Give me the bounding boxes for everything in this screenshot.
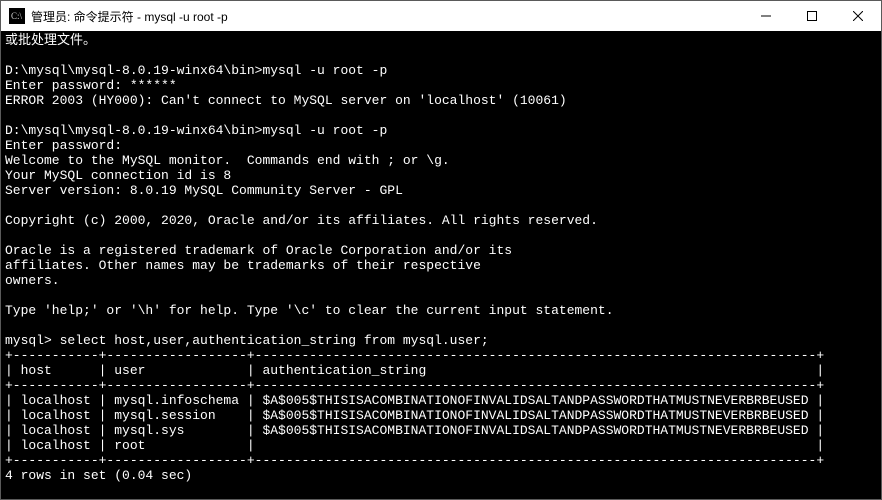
- window-title: 管理员: 命令提示符 - mysql -u root -p: [31, 8, 228, 25]
- svg-text:C:\: C:\: [11, 11, 23, 21]
- terminal-line: Type 'help;' or '\h' for help. Type '\c'…: [5, 303, 877, 318]
- terminal-line: 或批处理文件。: [5, 33, 877, 48]
- terminal-line: Enter password: ******: [5, 78, 877, 93]
- terminal-line: ERROR 2003 (HY000): Can't connect to MyS…: [5, 93, 877, 108]
- terminal-line: D:\mysql\mysql-8.0.19-winx64\bin>mysql -…: [5, 63, 877, 78]
- terminal-line: Copyright (c) 2000, 2020, Oracle and/or …: [5, 213, 877, 228]
- table-row: | localhost | mysql.sys | $A$005$THISISA…: [5, 423, 877, 438]
- table-row: | localhost | mysql.session | $A$005$THI…: [5, 408, 877, 423]
- terminal-line: Your MySQL connection id is 8: [5, 168, 877, 183]
- terminal-output[interactable]: 或批处理文件。 D:\mysql\mysql-8.0.19-winx64\bin…: [1, 31, 881, 499]
- minimize-button[interactable]: [743, 1, 789, 31]
- terminal-line: affiliates. Other names may be trademark…: [5, 258, 877, 273]
- terminal-line: 4 rows in set (0.04 sec): [5, 468, 877, 483]
- close-button[interactable]: [835, 1, 881, 31]
- maximize-button[interactable]: [789, 1, 835, 31]
- table-border: +-----------+------------------+--------…: [5, 348, 877, 363]
- titlebar[interactable]: C:\ 管理员: 命令提示符 - mysql -u root -p: [1, 1, 881, 31]
- terminal-line: mysql>: [5, 498, 877, 499]
- terminal-line: [5, 48, 877, 63]
- terminal-line: [5, 228, 877, 243]
- terminal-line: [5, 483, 877, 498]
- table-border: +-----------+------------------+--------…: [5, 378, 877, 393]
- table-row: | localhost | mysql.infoschema | $A$005$…: [5, 393, 877, 408]
- terminal-line: [5, 108, 877, 123]
- terminal-line: D:\mysql\mysql-8.0.19-winx64\bin>mysql -…: [5, 123, 877, 138]
- terminal-line: [5, 288, 877, 303]
- app-window: C:\ 管理员: 命令提示符 - mysql -u root -p 或批处理文件…: [0, 0, 882, 500]
- table-header: | host | user | authentication_string |: [5, 363, 877, 378]
- table-row: | localhost | root | |: [5, 438, 877, 453]
- table-border: +-----------+------------------+--------…: [5, 453, 877, 468]
- terminal-line: Enter password:: [5, 138, 877, 153]
- terminal-line: [5, 318, 877, 333]
- terminal-line: owners.: [5, 273, 877, 288]
- terminal-line: [5, 198, 877, 213]
- terminal-line: Server version: 8.0.19 MySQL Community S…: [5, 183, 877, 198]
- cmd-icon: C:\: [9, 8, 25, 24]
- terminal-line: mysql> select host,user,authentication_s…: [5, 333, 877, 348]
- terminal-line: Oracle is a registered trademark of Orac…: [5, 243, 877, 258]
- terminal-line: Welcome to the MySQL monitor. Commands e…: [5, 153, 877, 168]
